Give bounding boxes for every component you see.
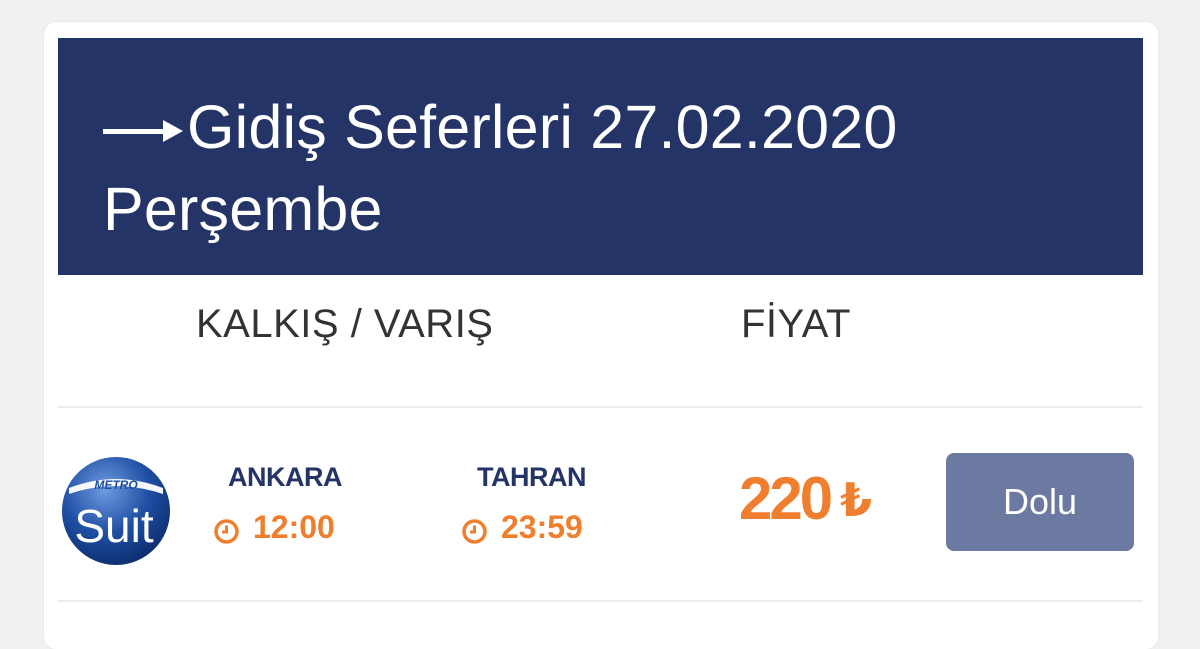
arrival-city: TAHRAN bbox=[477, 462, 586, 492]
header-title: Gidiş Seferleri 27.02.2020 Perşembe bbox=[103, 86, 1103, 250]
arrival-time-text: 23:59 bbox=[501, 509, 583, 545]
column-header-price: FİYAT bbox=[741, 302, 851, 346]
lira-symbol: ₺ bbox=[840, 474, 873, 526]
clock-icon bbox=[462, 515, 487, 544]
departures-header: Gidiş Seferleri 27.02.2020 Perşembe bbox=[58, 38, 1143, 275]
departure-city: ANKARA bbox=[228, 462, 343, 492]
full-status-button[interactable]: Dolu bbox=[946, 453, 1134, 551]
trip-price: 220 ₺ bbox=[739, 464, 872, 533]
header-divider bbox=[58, 406, 1143, 408]
logo-top-text: METRO bbox=[94, 478, 138, 492]
departure-time-text: 12:00 bbox=[253, 509, 335, 545]
right-arrow-icon bbox=[103, 116, 185, 146]
price-amount: 220 bbox=[739, 465, 833, 532]
clock-icon bbox=[214, 515, 239, 544]
arrival-time: 23:59 bbox=[462, 509, 583, 546]
header-title-text: Gidiş Seferleri 27.02.2020 Perşembe bbox=[103, 93, 898, 243]
column-header-departure-arrival: KALKIŞ / VARIŞ bbox=[196, 302, 494, 346]
operator-logo: METRO Suit bbox=[61, 456, 171, 566]
departure-time: 12:00 bbox=[214, 509, 335, 546]
row-divider bbox=[58, 600, 1143, 602]
logo-main-text: Suit bbox=[74, 500, 153, 552]
